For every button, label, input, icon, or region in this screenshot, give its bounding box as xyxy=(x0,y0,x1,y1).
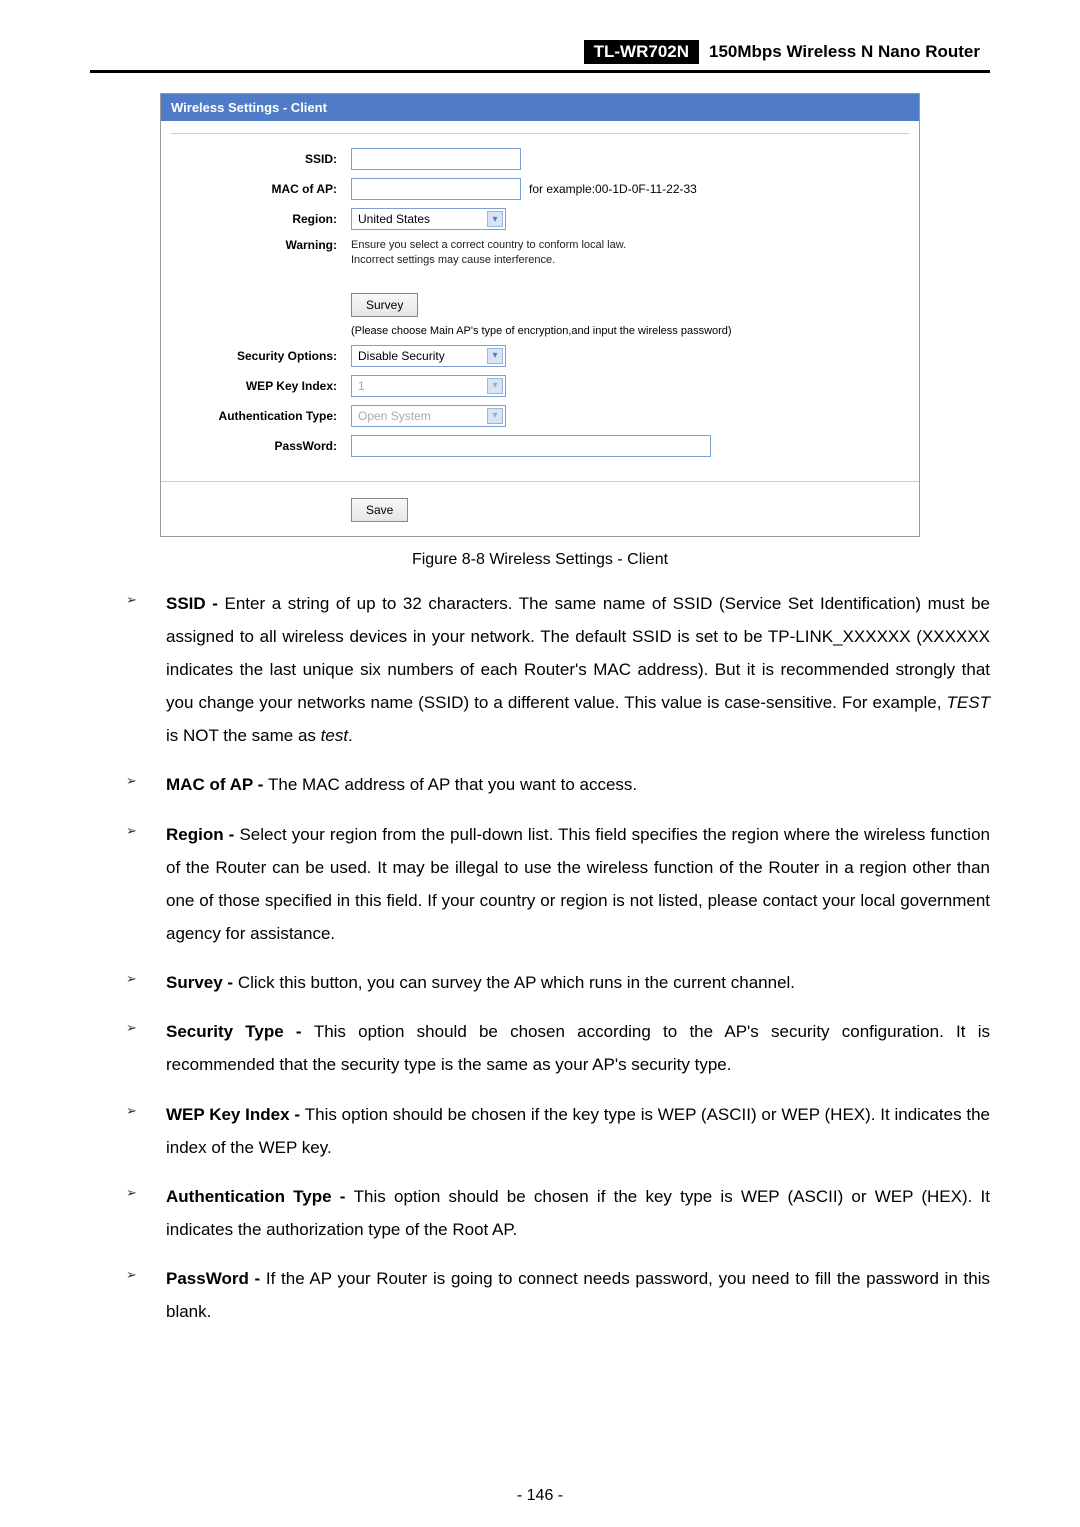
item-title: Security Type - xyxy=(166,1022,314,1041)
wep-key-index-label: WEP Key Index: xyxy=(171,379,351,393)
auth-type-label: Authentication Type: xyxy=(171,409,351,423)
region-value: United States xyxy=(358,212,487,226)
description-list: SSID - Enter a string of up to 32 charac… xyxy=(90,587,990,1329)
survey-button[interactable]: Survey xyxy=(351,293,418,317)
wep-key-index-select[interactable]: 1 ▾ xyxy=(351,375,506,397)
chevron-down-icon: ▾ xyxy=(487,211,503,227)
list-item: Security Type - This option should be ch… xyxy=(126,1015,990,1081)
list-item: PassWord - If the AP your Router is goin… xyxy=(126,1262,990,1328)
item-title: Survey - xyxy=(166,973,238,992)
password-input[interactable] xyxy=(351,435,711,457)
product-name: 150Mbps Wireless N Nano Router xyxy=(699,40,990,64)
warning-text-2: Incorrect settings may cause interferenc… xyxy=(351,253,909,268)
security-options-value: Disable Security xyxy=(358,349,487,363)
page-number: - 146 - xyxy=(0,1487,1080,1505)
figure-caption: Figure 8-8 Wireless Settings - Client xyxy=(90,551,990,569)
auth-type-value: Open System xyxy=(358,409,487,423)
panel-title: Wireless Settings - Client xyxy=(161,94,919,121)
item-title: WEP Key Index - xyxy=(166,1105,305,1124)
mac-input[interactable] xyxy=(351,178,521,200)
list-item: MAC of AP - The MAC address of AP that y… xyxy=(126,768,990,801)
chevron-down-icon: ▾ xyxy=(487,348,503,364)
save-button[interactable]: Save xyxy=(351,498,408,522)
list-item: SSID - Enter a string of up to 32 charac… xyxy=(126,587,990,753)
chevron-down-icon: ▾ xyxy=(487,408,503,424)
security-options-label: Security Options: xyxy=(171,349,351,363)
wireless-settings-panel: Wireless Settings - Client SSID: MAC of … xyxy=(160,93,920,537)
item-title: Authentication Type - xyxy=(166,1187,354,1206)
mac-label: MAC of AP: xyxy=(171,182,351,196)
list-item: WEP Key Index - This option should be ch… xyxy=(126,1098,990,1164)
wep-key-index-value: 1 xyxy=(358,379,487,393)
warning-label: Warning: xyxy=(171,238,351,252)
ssid-input[interactable] xyxy=(351,148,521,170)
survey-hint: (Please choose Main AP's type of encrypt… xyxy=(351,325,909,337)
item-title: PassWord - xyxy=(166,1269,266,1288)
warning-text-1: Ensure you select a correct country to c… xyxy=(351,238,909,253)
list-item: Authentication Type - This option should… xyxy=(126,1180,990,1246)
mac-example-text: for example:00-1D-0F-11-22-33 xyxy=(529,182,697,196)
item-title: MAC of AP - xyxy=(166,775,268,794)
security-options-select[interactable]: Disable Security ▾ xyxy=(351,345,506,367)
region-label: Region: xyxy=(171,212,351,226)
password-label: PassWord: xyxy=(171,439,351,453)
item-title: Region - xyxy=(166,825,239,844)
chevron-down-icon: ▾ xyxy=(487,378,503,394)
auth-type-select[interactable]: Open System ▾ xyxy=(351,405,506,427)
list-item: Survey - Click this button, you can surv… xyxy=(126,966,990,999)
item-title: SSID - xyxy=(166,594,225,613)
model-number: TL-WR702N xyxy=(584,40,699,64)
ssid-label: SSID: xyxy=(171,152,351,166)
list-item: Region - Select your region from the pul… xyxy=(126,818,990,951)
region-select[interactable]: United States ▾ xyxy=(351,208,506,230)
document-header: TL-WR702N 150Mbps Wireless N Nano Router xyxy=(90,40,990,73)
